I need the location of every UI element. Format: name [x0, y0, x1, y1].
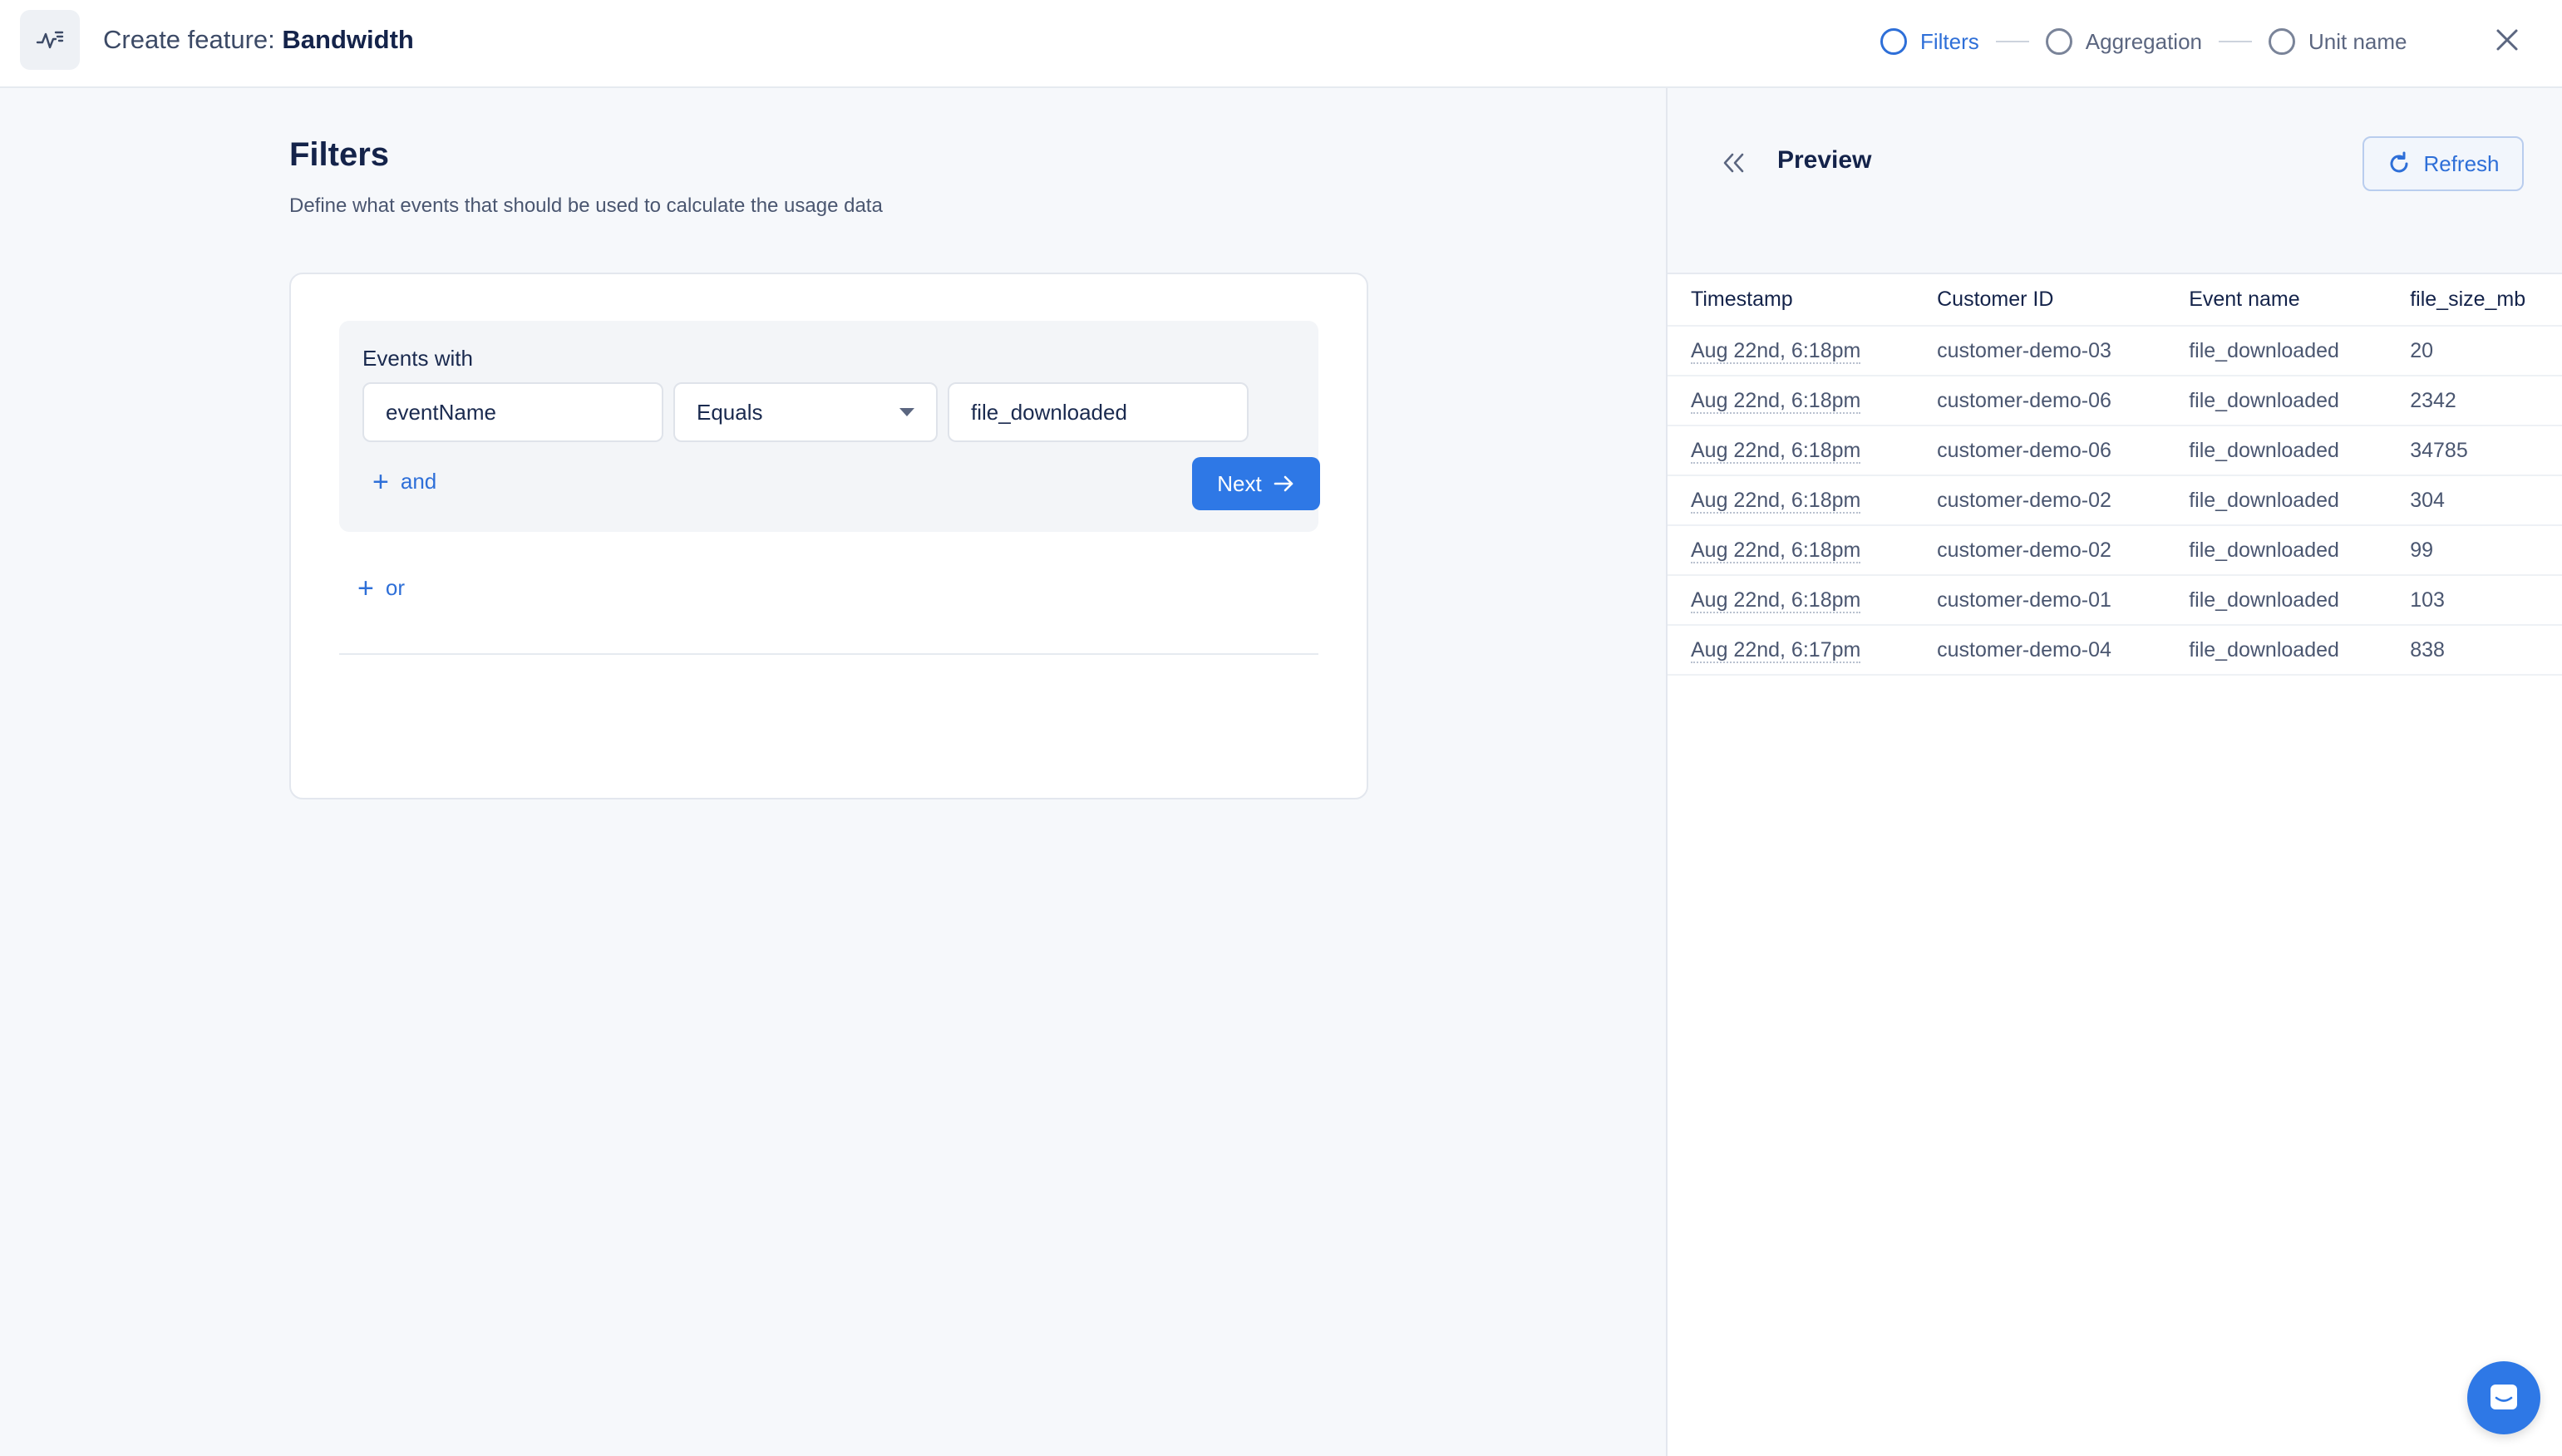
size-cell: 2342	[2387, 375, 2562, 425]
customer-cell: customer-demo-02	[1914, 524, 2166, 575]
step-filters[interactable]: Filters	[1880, 28, 1979, 55]
timestamp-cell: Aug 22nd, 6:18pm	[1668, 325, 1914, 376]
table-row: Aug 22nd, 6:18pm customer-demo-02 file_d…	[1668, 475, 2562, 525]
filters-card: Events with eventName Equals file_downlo…	[289, 273, 1368, 799]
event-cell: file_downloaded	[2165, 475, 2387, 525]
step-unit-name[interactable]: Unit name	[2269, 28, 2407, 55]
add-and-button[interactable]: + and	[372, 465, 437, 498]
table-row: Aug 22nd, 6:18pm customer-demo-06 file_d…	[1668, 375, 2562, 425]
event-cell: file_downloaded	[2165, 375, 2387, 425]
chat-icon	[2491, 1385, 2517, 1409]
refresh-icon	[2390, 151, 2408, 173]
column-header: Customer ID	[1937, 288, 2054, 311]
operator-select[interactable]: Equals	[673, 382, 938, 442]
arrow-right-icon	[1274, 475, 1293, 492]
step-circle-icon	[1880, 28, 1907, 55]
wizard-steps: Filters Aggregation Unit name	[1880, 25, 2407, 58]
size-cell: 304	[2387, 475, 2562, 525]
size-cell: 103	[2387, 574, 2562, 625]
timestamp-cell: Aug 22nd, 6:18pm	[1668, 425, 1914, 475]
add-or-label: or	[385, 575, 405, 600]
plus-icon: +	[357, 572, 374, 604]
preview-title: Preview	[1777, 146, 1872, 174]
size-cell: 99	[2387, 524, 2562, 575]
next-button[interactable]: Next	[1192, 457, 1320, 510]
add-and-label: and	[400, 469, 437, 494]
title-prefix: Create feature:	[103, 25, 275, 54]
event-cell: file_downloaded	[2165, 624, 2387, 676]
step-connector	[2219, 41, 2253, 42]
preview-panel: Preview Refresh Timestamp Customer ID Ev…	[1666, 88, 2562, 1456]
size-cell: 20	[2387, 325, 2562, 376]
page-title: Filters	[289, 136, 390, 173]
value-text: file_downloaded	[971, 399, 1127, 425]
step-circle-icon	[2269, 28, 2296, 55]
page-subtitle: Define what events that should be used t…	[289, 194, 883, 217]
size-cell: 34785	[2387, 425, 2562, 475]
customer-cell: customer-demo-04	[1914, 624, 2166, 676]
chevron-down-icon	[899, 408, 914, 416]
step-connector	[1995, 41, 2029, 42]
table-row: Aug 22nd, 6:18pm customer-demo-02 file_d…	[1668, 524, 2562, 575]
customer-cell: customer-demo-06	[1914, 375, 2166, 425]
feature-name: Bandwidth	[282, 25, 414, 54]
timestamp-cell: Aug 22nd, 6:18pm	[1668, 475, 1914, 525]
page-header-title: Create feature: Bandwidth	[103, 23, 414, 57]
filters-panel: Filters Define what events that should b…	[0, 88, 1666, 1456]
column-header: Event name	[2189, 288, 2300, 311]
plus-icon: +	[372, 465, 389, 498]
table-row: Aug 22nd, 6:18pm customer-demo-01 file_d…	[1668, 574, 2562, 625]
add-or-button[interactable]: + or	[357, 572, 405, 604]
chat-launcher-button[interactable]	[2467, 1361, 2540, 1434]
table-header-row: Timestamp Customer ID Event name file_si…	[1668, 274, 2562, 326]
size-cell: 838	[2387, 624, 2562, 676]
customer-cell: customer-demo-06	[1914, 425, 2166, 475]
property-field[interactable]: eventName	[362, 382, 663, 442]
filter-group: Events with eventName Equals file_downlo…	[339, 321, 1318, 532]
event-cell: file_downloaded	[2165, 425, 2387, 475]
timestamp-cell: Aug 22nd, 6:18pm	[1668, 524, 1914, 575]
chevrons-left-icon[interactable]	[1719, 148, 1749, 178]
event-cell: file_downloaded	[2165, 574, 2387, 625]
step-label: Filters	[1920, 28, 1979, 54]
group-label: Events with	[362, 346, 473, 371]
property-value: eventName	[386, 399, 496, 425]
step-aggregation[interactable]: Aggregation	[2045, 28, 2203, 55]
refresh-label: Refresh	[2423, 150, 2500, 176]
step-label: Aggregation	[2085, 28, 2203, 54]
event-cell: file_downloaded	[2165, 524, 2387, 575]
step-circle-icon	[2045, 28, 2072, 55]
column-header: file_size_mb	[2410, 288, 2526, 311]
event-cell: file_downloaded	[2165, 325, 2387, 376]
timestamp-cell: Aug 22nd, 6:17pm	[1668, 624, 1914, 676]
table-row: Aug 22nd, 6:17pm customer-demo-04 file_d…	[1668, 624, 2562, 676]
timestamp-cell: Aug 22nd, 6:18pm	[1668, 574, 1914, 625]
table-row: Aug 22nd, 6:18pm customer-demo-06 file_d…	[1668, 425, 2562, 475]
step-label: Unit name	[2308, 28, 2407, 54]
activity-chart-icon[interactable]	[20, 10, 80, 70]
preview-table: Timestamp Customer ID Event name file_si…	[1668, 274, 2562, 676]
customer-cell: customer-demo-01	[1914, 574, 2166, 625]
customer-cell: customer-demo-02	[1914, 475, 2166, 525]
top-bar: Create feature: Bandwidth Filters Aggreg…	[0, 0, 2562, 88]
value-field[interactable]: file_downloaded	[948, 382, 1249, 442]
timestamp-cell: Aug 22nd, 6:18pm	[1668, 375, 1914, 425]
column-header: Timestamp	[1691, 288, 1793, 311]
next-label: Next	[1217, 470, 1262, 496]
customer-cell: customer-demo-03	[1914, 325, 2166, 376]
divider	[339, 653, 1318, 655]
close-icon	[2496, 29, 2518, 51]
refresh-button[interactable]: Refresh	[2362, 136, 2524, 191]
table-row: Aug 22nd, 6:18pm customer-demo-03 file_d…	[1668, 325, 2562, 376]
close-button[interactable]	[2491, 23, 2524, 57]
operator-value: Equals	[697, 399, 763, 425]
preview-header: Preview Refresh	[1668, 88, 2562, 274]
